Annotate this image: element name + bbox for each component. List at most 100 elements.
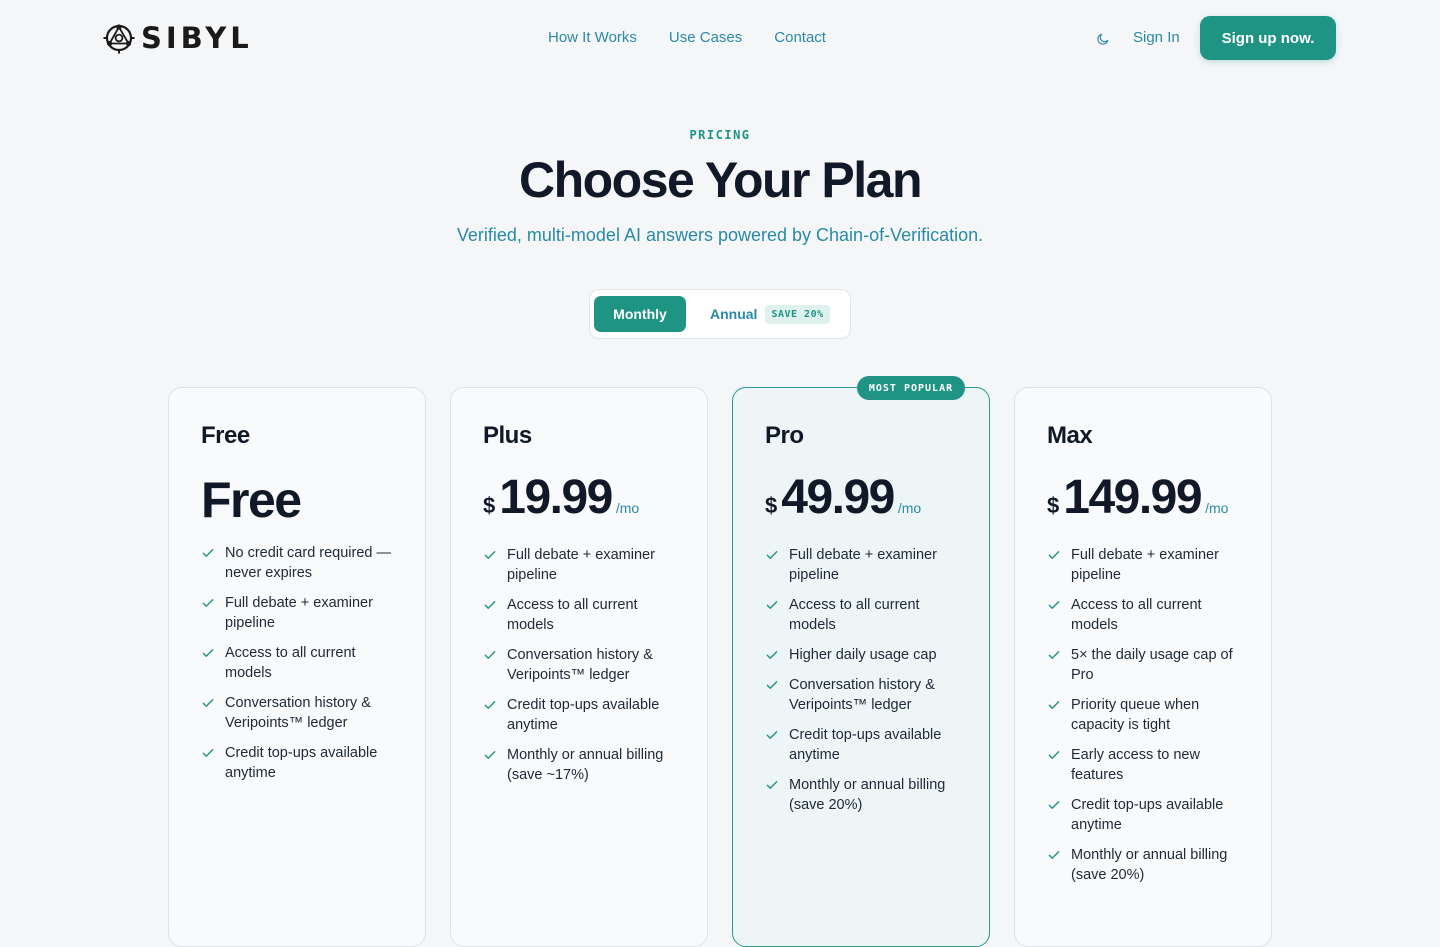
- feature-text: Conversation history & Veripoints™ ledge…: [507, 647, 653, 683]
- feature-item: Conversation history & Veripoints™ ledge…: [765, 675, 965, 715]
- feature-text: Conversation history & Veripoints™ ledge…: [789, 677, 935, 713]
- feature-text: Higher daily usage cap: [789, 647, 937, 663]
- feature-item: Access to all current models: [765, 595, 965, 635]
- feature-item: 5× the daily usage cap of Pro: [1047, 645, 1247, 685]
- check-icon: [765, 645, 779, 665]
- check-icon: [1047, 645, 1061, 665]
- feature-text: Access to all current models: [789, 597, 920, 633]
- sign-in-link[interactable]: Sign In: [1133, 28, 1180, 48]
- feature-item: Credit top-ups available anytime: [765, 725, 965, 765]
- check-icon: [201, 643, 215, 663]
- feature-text: Access to all current models: [507, 597, 638, 633]
- plan-card-max: Max $ 149.99 /mo Full debate + examiner …: [1014, 387, 1272, 947]
- sign-up-button[interactable]: Sign up now.: [1200, 16, 1336, 60]
- price-currency: $: [1047, 493, 1060, 518]
- feature-list: Full debate + examiner pipeline Access to…: [765, 545, 965, 825]
- check-icon: [201, 593, 215, 613]
- feature-text: Priority queue when capacity is tight: [1071, 697, 1200, 733]
- feature-item: Access to all current models: [201, 643, 401, 683]
- feature-text: Full debate + examiner pipeline: [1071, 547, 1219, 583]
- plan-name: Pro: [765, 422, 804, 449]
- feature-item: Credit top-ups available anytime: [201, 743, 401, 783]
- price-period: /mo: [897, 500, 922, 516]
- plan-card-free: Free Free No credit card required — neve…: [168, 387, 426, 947]
- price-amount: 49.99: [781, 471, 895, 524]
- check-icon: [765, 545, 779, 565]
- price-currency: $: [765, 493, 778, 518]
- feature-list: No credit card required — never expires F…: [201, 543, 401, 793]
- feature-text: Credit top-ups available anytime: [225, 745, 378, 781]
- check-icon: [1047, 795, 1061, 815]
- check-icon: [765, 775, 779, 795]
- plan-price: $ 149.99 /mo: [1047, 470, 1228, 526]
- feature-text: 5× the daily usage cap of Pro: [1071, 647, 1233, 683]
- nav-contact[interactable]: Contact: [774, 28, 826, 48]
- feature-item: Conversation history & Veripoints™ ledge…: [483, 645, 683, 685]
- feature-item: Higher daily usage cap: [765, 645, 965, 665]
- plan-card-plus: Plus $ 19.99 /mo Full debate + examiner …: [450, 387, 708, 947]
- feature-text: Full debate + examiner pipeline: [789, 547, 937, 583]
- check-icon: [1047, 845, 1061, 865]
- check-icon: [483, 645, 497, 665]
- page-title: Choose Your Plan: [518, 152, 923, 208]
- check-icon: [201, 543, 215, 563]
- feature-item: No credit card required — never expires: [201, 543, 401, 583]
- feature-list: Full debate + examiner pipeline Access to…: [1047, 545, 1247, 895]
- billing-toggle: Monthly Annual SAVE 20%: [589, 289, 851, 339]
- feature-text: Access to all current models: [1071, 597, 1202, 633]
- page-subtitle: Verified, multi-model AI answers powered…: [456, 225, 984, 245]
- billing-annual-option[interactable]: Annual SAVE 20%: [710, 296, 830, 332]
- feature-text: No credit card required — never expires: [225, 545, 392, 581]
- main-nav: How It Works Use Cases Contact: [548, 28, 826, 48]
- feature-list: Full debate + examiner pipeline Access to…: [483, 545, 683, 795]
- plan-name: Plus: [483, 422, 532, 449]
- feature-item: Monthly or annual billing (save ~17%): [483, 745, 683, 785]
- feature-item: Early access to new features: [1047, 745, 1247, 785]
- feature-item: Monthly or annual billing (save 20%): [1047, 845, 1247, 885]
- theme-toggle-button[interactable]: [1094, 30, 1112, 48]
- feature-item: Access to all current models: [483, 595, 683, 635]
- check-icon: [1047, 695, 1061, 715]
- feature-text: Monthly or annual billing (save ~17%): [507, 747, 664, 783]
- feature-item: Credit top-ups available anytime: [1047, 795, 1247, 835]
- feature-text: Credit top-ups available anytime: [507, 697, 660, 733]
- check-icon: [765, 675, 779, 695]
- feature-text: Conversation history & Veripoints™ ledge…: [225, 695, 371, 731]
- check-icon: [483, 545, 497, 565]
- feature-item: Full debate + examiner pipeline: [483, 545, 683, 585]
- nav-how-it-works[interactable]: How It Works: [548, 28, 637, 48]
- section-eyebrow: PRICING: [689, 128, 751, 142]
- feature-text: Access to all current models: [225, 645, 356, 681]
- feature-text: Full debate + examiner pipeline: [225, 595, 373, 631]
- feature-item: Full debate + examiner pipeline: [765, 545, 965, 585]
- sibyl-logo-icon: [103, 24, 135, 54]
- check-icon: [1047, 545, 1061, 565]
- check-icon: [765, 595, 779, 615]
- feature-item: Access to all current models: [1047, 595, 1247, 635]
- feature-text: Early access to new features: [1071, 747, 1200, 783]
- site-header: SIBYL How It Works Use Cases Contact Sig…: [0, 0, 1440, 76]
- feature-item: Full debate + examiner pipeline: [201, 593, 401, 633]
- plan-price: Free: [201, 472, 302, 528]
- plan-name: Max: [1047, 422, 1093, 449]
- feature-item: Full debate + examiner pipeline: [1047, 545, 1247, 585]
- check-icon: [765, 725, 779, 745]
- price-amount: Free: [201, 472, 302, 528]
- feature-item: Priority queue when capacity is tight: [1047, 695, 1247, 735]
- price-amount: 149.99: [1063, 471, 1202, 524]
- plan-price: $ 49.99 /mo: [765, 470, 921, 526]
- check-icon: [1047, 745, 1061, 765]
- plan-price: $ 19.99 /mo: [483, 470, 639, 526]
- logo[interactable]: SIBYL: [103, 20, 253, 56]
- check-icon: [483, 695, 497, 715]
- feature-text: Full debate + examiner pipeline: [507, 547, 655, 583]
- feature-text: Monthly or annual billing (save 20%): [789, 777, 946, 813]
- feature-text: Credit top-ups available anytime: [789, 727, 942, 763]
- billing-monthly-option[interactable]: Monthly: [594, 296, 686, 332]
- nav-use-cases[interactable]: Use Cases: [669, 28, 742, 48]
- price-period: /mo: [615, 500, 640, 516]
- moon-icon: [1097, 33, 1109, 45]
- plan-name: Free: [201, 422, 250, 449]
- logo-text: SIBYL: [141, 21, 253, 55]
- check-icon: [483, 595, 497, 615]
